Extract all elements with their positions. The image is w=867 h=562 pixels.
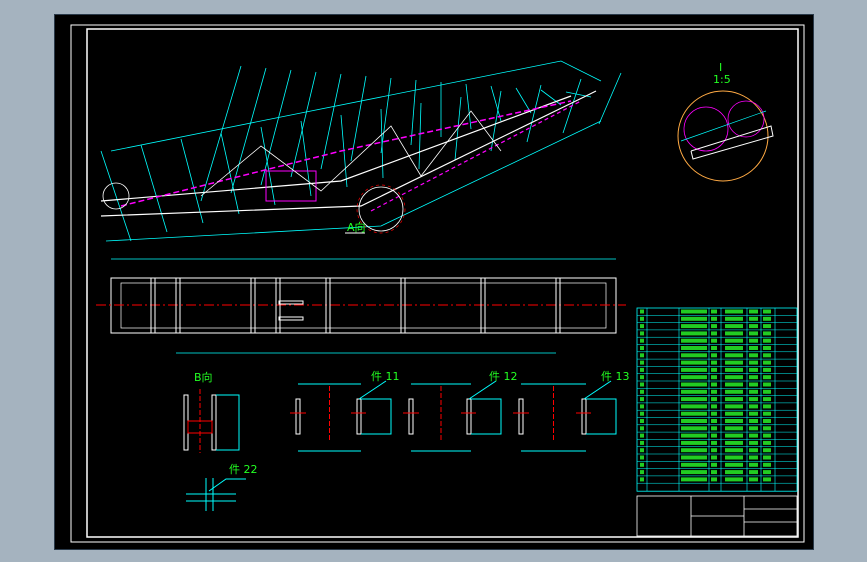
section-b <box>183 389 240 453</box>
view-a-label: A向 <box>347 220 366 234</box>
part-details <box>290 380 617 452</box>
title-block <box>636 495 798 537</box>
engineering-drawing: A向 I 1:5 B向 件 11 件 12 件 13 件 22 <box>70 24 805 543</box>
conveyor-elevation <box>100 60 622 242</box>
detail-view-i <box>677 90 774 182</box>
conveyor-plan <box>96 258 626 354</box>
view-b-label: B向 <box>194 370 213 384</box>
part-13-label: 件 13 <box>601 370 630 383</box>
part-22-label: 件 22 <box>229 463 258 476</box>
part-12-label: 件 12 <box>489 370 518 383</box>
part-22 <box>186 478 246 511</box>
part-11-label: 件 11 <box>371 370 400 383</box>
detail-scale: 1:5 <box>713 73 731 86</box>
bill-of-materials <box>636 307 798 492</box>
cad-viewport[interactable]: A向 I 1:5 B向 件 11 件 12 件 13 件 22 <box>54 14 814 550</box>
